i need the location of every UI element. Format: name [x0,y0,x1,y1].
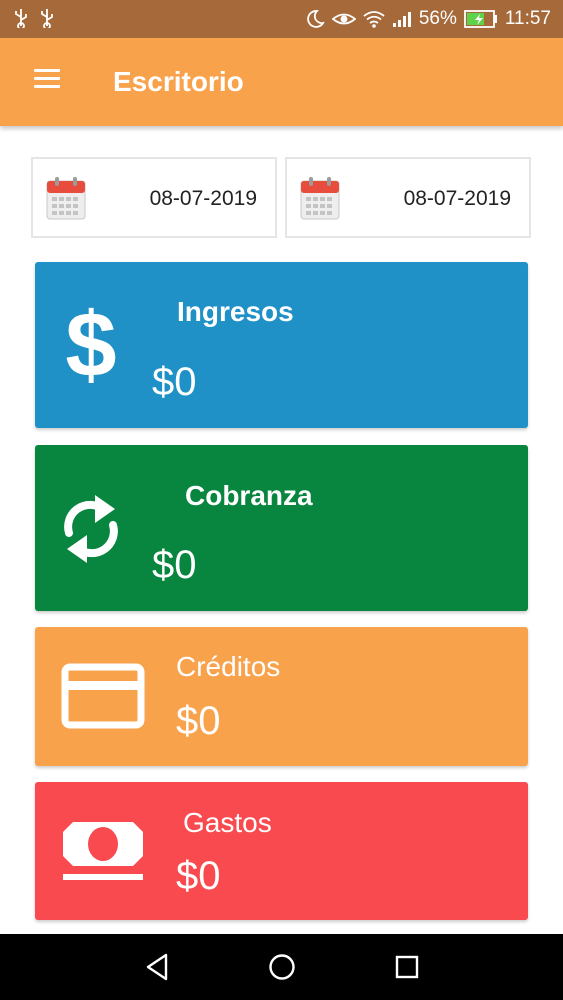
gastos-card[interactable]: Gastos $0 [35,782,528,920]
card-value: $0 [152,543,197,587]
refresh-icon [59,487,123,576]
money-bill-icon [59,818,147,889]
usb-icon [14,8,28,28]
recents-icon[interactable] [394,952,420,987]
end-date-value: 08-07-2019 [403,187,511,210]
end-date-picker[interactable]: 08-07-2019 [285,157,531,238]
card-title: Gastos [183,807,272,838]
back-icon[interactable] [144,952,170,987]
calendar-icon [300,176,340,225]
signal-icon [392,10,412,28]
clock: 11:57 [504,8,551,29]
system-nav-bar [0,934,563,1000]
moon-icon [305,9,325,29]
ingresos-card[interactable]: $ Ingresos $0 [35,262,528,428]
start-date-picker[interactable]: 08-07-2019 [31,157,277,238]
home-icon[interactable] [268,952,296,987]
creditos-card[interactable]: Créditos $0 [35,627,528,766]
eye-icon [331,10,356,28]
start-date-value: 08-07-2019 [149,187,257,210]
status-bar: 56% 11:57 [0,0,563,38]
svg-text:$: $ [65,302,116,388]
card-title: Cobranza [185,480,313,511]
app-bar: Escritorio [0,38,563,126]
hamburger-menu-icon[interactable] [34,69,60,91]
wifi-icon [363,10,385,28]
credit-card-icon [61,663,145,734]
dollar-icon: $ [61,294,121,396]
card-title: Ingresos [177,296,294,327]
card-value: $0 [152,360,197,404]
card-value: $0 [176,854,221,898]
battery-percent: 56% [418,8,457,29]
card-title: Créditos [176,651,281,682]
cobranza-card[interactable]: Cobranza $0 [35,445,528,611]
calendar-icon [46,176,86,225]
page-title: Escritorio [113,66,244,97]
battery-charging-icon [463,10,498,28]
usb-icon [40,8,54,28]
card-value: $0 [176,699,221,743]
